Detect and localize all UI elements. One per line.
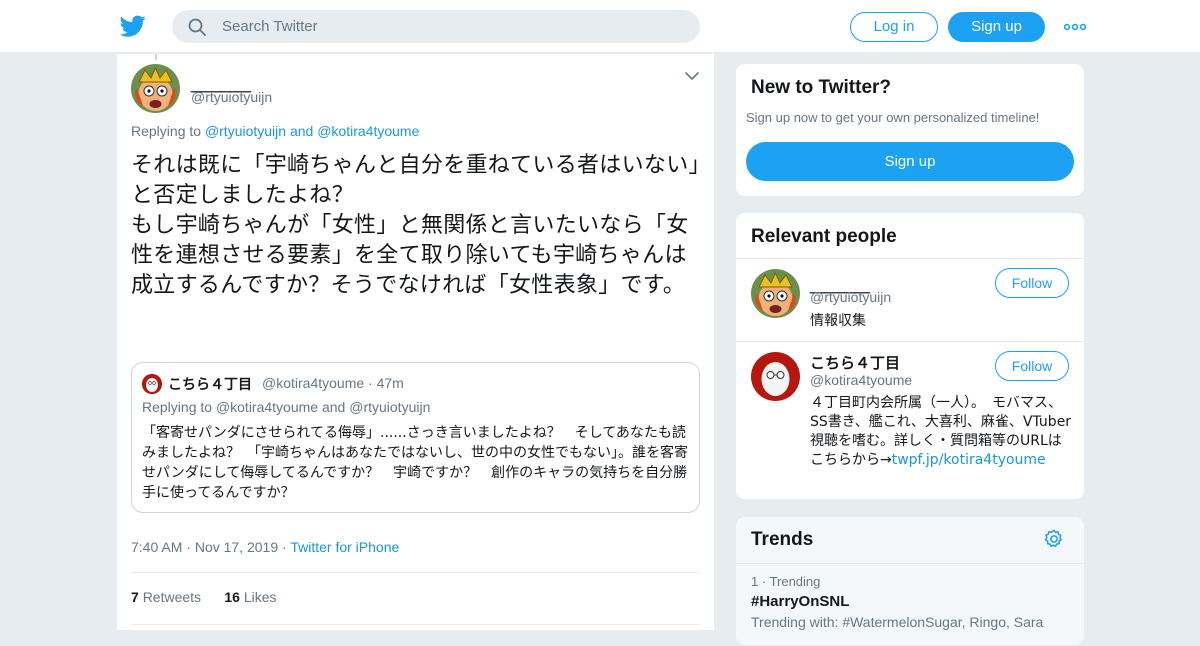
avatar-image: [751, 269, 800, 318]
divider: [736, 341, 1084, 342]
person-handle[interactable]: @kotira4tyoume: [810, 372, 912, 388]
quoted-author-handle: @kotira4tyoume: [262, 375, 365, 391]
tweet-permalink: ＿＿＿＿ @rtyuiotyuijn Replying to @rtyuioty…: [116, 54, 715, 630]
trend-related: Trending with: #WatermelonSugar, Ringo, …: [751, 614, 1043, 630]
more-icon[interactable]: [1064, 23, 1086, 31]
tweet-time[interactable]: 7:40 AM: [131, 539, 182, 555]
chevron-down-icon[interactable]: [685, 71, 699, 81]
top-navigation-bar: Log in Sign up: [0, 0, 1200, 53]
tweet-source-link[interactable]: Twitter for iPhone: [290, 539, 399, 555]
login-button[interactable]: Log in: [850, 12, 938, 42]
quoted-age: 47m: [376, 375, 404, 391]
replying-to: Replying to @rtyuiotyuijn and @kotira4ty…: [131, 123, 419, 139]
trend-related-tags[interactable]: #WatermelonSugar, Ringo, Sara: [842, 614, 1043, 630]
person-name[interactable]: こちら４丁目: [810, 352, 900, 373]
trend-label: Trending: [769, 574, 821, 589]
avatar[interactable]: [751, 269, 800, 318]
avatar[interactable]: [751, 352, 800, 401]
reply-mention-link[interactable]: @kotira4tyoume: [317, 123, 419, 139]
card-subtitle: Sign up now to get your own personalized…: [746, 110, 1040, 125]
divider: [131, 572, 700, 573]
person-handle[interactable]: @rtyuiotyuijn: [810, 289, 891, 305]
avatar-image: [751, 352, 800, 401]
search-box[interactable]: [172, 10, 700, 43]
retweets-count: 7: [131, 589, 139, 605]
card-title: New to Twitter?: [751, 77, 892, 98]
tweet-date[interactable]: Nov 17, 2019: [195, 539, 278, 555]
search-input[interactable]: [222, 10, 682, 43]
person-bio: 情報収集: [810, 313, 866, 329]
likes-stat[interactable]: 16 Likes: [224, 589, 276, 605]
divider: [131, 624, 700, 625]
avatar-image: [131, 64, 180, 113]
profile-link[interactable]: twpf.jp/kotira4tyoume: [892, 452, 1046, 468]
avatar: [142, 374, 162, 394]
quoted-author-meta: @kotira4tyoume · 47m: [262, 375, 404, 391]
gear-icon[interactable]: [1043, 528, 1065, 550]
divider: [736, 563, 1084, 564]
replying-conjunction: and: [289, 123, 314, 139]
quoted-tweet[interactable]: こちら４丁目 @kotira4tyoume · 47m Replying to …: [131, 362, 700, 513]
avatar[interactable]: [131, 64, 180, 113]
thread-connector: [155, 54, 157, 60]
signup-button[interactable]: Sign up: [746, 142, 1074, 181]
quoted-replying-to: Replying to @kotira4tyoume and @rtyuioty…: [142, 399, 430, 415]
avatar-image: [142, 374, 162, 394]
trend-related-prefix: Trending with:: [751, 614, 839, 630]
reply-mention: @rtyuiotyuijn: [349, 399, 431, 415]
tweet-stats: 7 Retweets 16 Likes: [131, 589, 277, 605]
tweet-metadata: 7:40 AM · Nov 17, 2019 · Twitter for iPh…: [131, 539, 400, 555]
replying-conjunction: and: [321, 399, 346, 415]
tweet-text: それは既に「宇崎ちゃんと自分を重ねている者はいない」と否定しましたよね？ もし宇…: [131, 153, 700, 298]
retweets-stat[interactable]: 7 Retweets: [131, 589, 201, 605]
follow-button[interactable]: Follow: [995, 351, 1069, 381]
person-bio: ４丁目町内会所属（一人）。 モバマス、SS書き、艦これ、大喜利、麻雀、VTube…: [810, 394, 1072, 470]
twitter-logo-icon[interactable]: [119, 13, 147, 39]
trend-rank: 1: [751, 574, 759, 589]
signup-button[interactable]: Sign up: [948, 12, 1045, 42]
follow-button[interactable]: Follow: [995, 268, 1069, 298]
new-to-twitter-card: New to Twitter? Sign up now to get your …: [735, 63, 1085, 197]
search-icon: [188, 18, 206, 36]
relevant-people-card: Relevant people ＿＿＿＿ @rtyuiotyuijn 情報収集 …: [735, 212, 1085, 500]
trend-hashtag[interactable]: #HarryOnSNL: [751, 593, 849, 610]
quoted-author-name: こちら４丁目: [168, 377, 252, 393]
card-title: Relevant people: [751, 226, 897, 247]
replying-prefix: Replying to: [142, 399, 213, 415]
likes-label: Likes: [243, 589, 277, 605]
card-title: Trends: [751, 529, 814, 550]
divider: [736, 258, 1084, 259]
trend-meta: 1 · Trending: [751, 574, 821, 589]
author-handle[interactable]: @rtyuiotyuijn: [191, 89, 272, 105]
reply-mention: @kotira4tyoume: [215, 399, 319, 415]
reply-mention-link[interactable]: @rtyuiotyuijn: [205, 123, 286, 139]
quoted-tweet-text: 「客寄せパンダにさせられてる侮辱」......さっき言いましたよね？ そしてあな…: [142, 425, 688, 501]
likes-count: 16: [224, 589, 240, 605]
replying-prefix: Replying to: [131, 123, 202, 139]
retweets-label: Retweets: [142, 589, 202, 605]
trends-card: Trends 1 · Trending #HarryOnSNL Trending…: [735, 516, 1085, 646]
